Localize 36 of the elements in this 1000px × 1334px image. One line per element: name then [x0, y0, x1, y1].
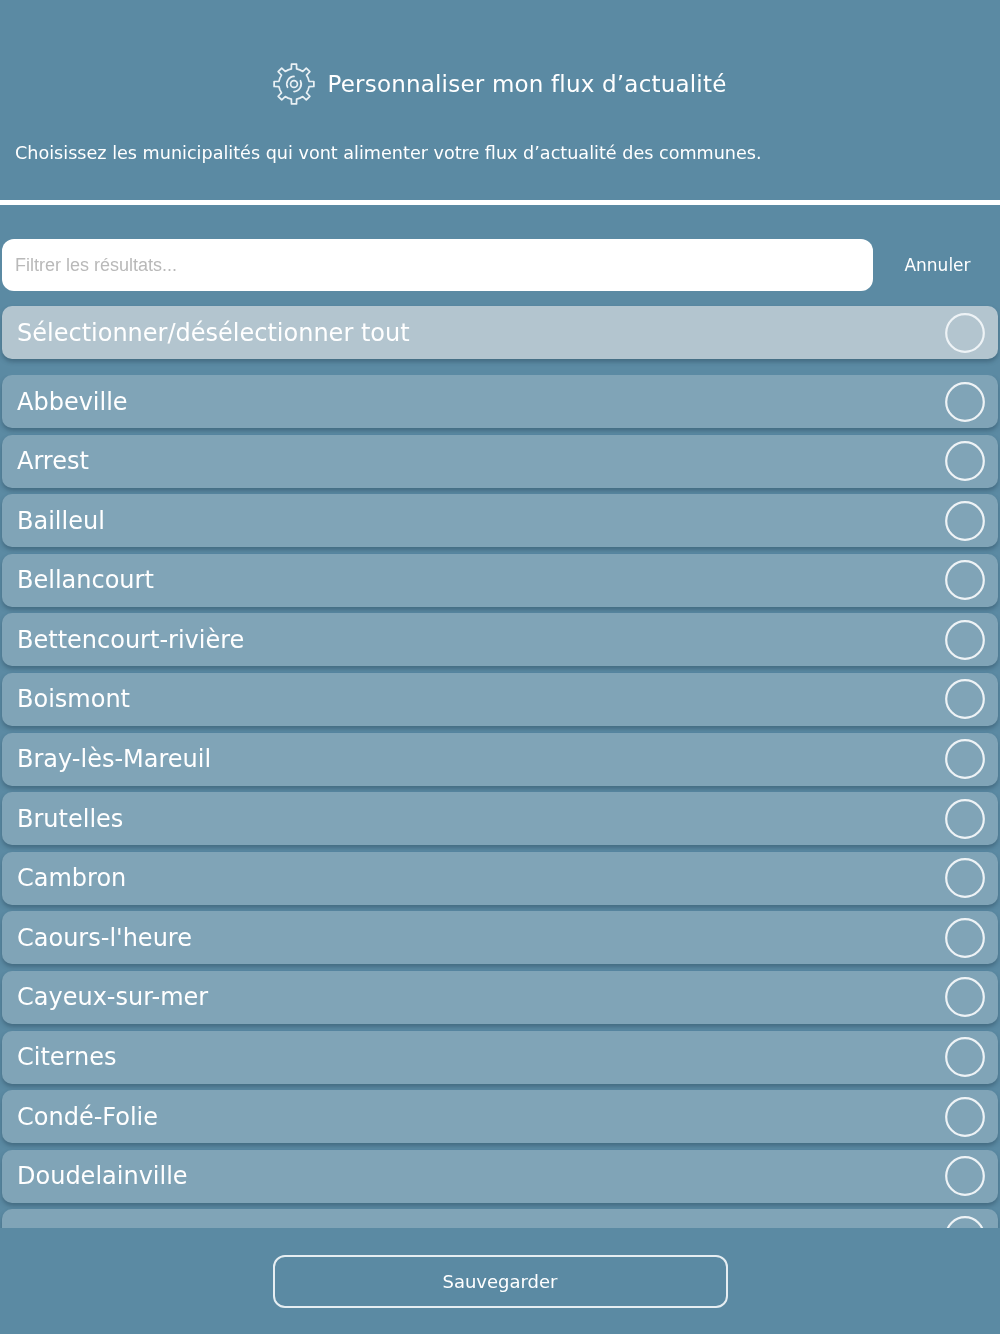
empty-circle-icon[interactable] [945, 381, 985, 422]
empty-circle-icon[interactable] [945, 1096, 985, 1137]
empty-circle-icon[interactable] [945, 1156, 985, 1197]
cancel-button[interactable]: Annuler [873, 255, 998, 275]
municipality-row[interactable]: Citernes [2, 1030, 998, 1084]
empty-circle-icon[interactable] [945, 858, 985, 899]
municipality-row[interactable]: Bray-lès-Mareuil [2, 732, 998, 786]
municipality-row[interactable]: Boismont [2, 672, 998, 726]
municipality-row[interactable]: Bettencourt-rivière [2, 613, 998, 667]
empty-circle-icon[interactable] [945, 798, 985, 839]
municipality-row[interactable]: Cayeux-sur-mer [2, 970, 998, 1024]
save-button[interactable]: Sauvegarder [272, 1255, 728, 1308]
empty-circle-icon[interactable] [945, 441, 985, 482]
municipality-row[interactable]: Bellancourt [2, 553, 998, 607]
municipality-row[interactable]: Arrest [2, 434, 998, 488]
municipality-row[interactable]: Cambron [2, 851, 998, 905]
empty-circle-icon[interactable] [945, 977, 985, 1018]
page-title: Personnaliser mon flux d’actualité [327, 71, 727, 97]
municipality-row[interactable]: Abbeville [2, 375, 998, 428]
municipality-row[interactable]: Condé-Folie [2, 1090, 998, 1144]
municipality-row[interactable]: Doudelainville [2, 1149, 998, 1203]
empty-circle-icon[interactable] [945, 312, 985, 353]
empty-circle-icon[interactable] [945, 679, 985, 720]
municipality-row[interactable]: Brutelles [2, 792, 998, 846]
filter-search-field[interactable]: Filtrer les résultats... [2, 239, 873, 291]
empty-circle-icon[interactable] [945, 500, 985, 541]
gear-icon [273, 63, 316, 105]
empty-circle-icon[interactable] [945, 1037, 985, 1078]
municipality-row[interactable]: Caours-l'heure [2, 911, 998, 965]
empty-circle-icon[interactable] [945, 917, 985, 958]
municipality-row[interactable]: Bailleul [2, 494, 998, 548]
empty-circle-icon[interactable] [945, 739, 985, 780]
select-all-row[interactable]: Sélectionner/désélectionner tout [2, 306, 998, 359]
empty-circle-icon[interactable] [945, 619, 985, 660]
description-text: Choisissez les municipalités qui vont alimenter votre flux d’actualité des communes. [15, 143, 763, 163]
empty-circle-icon[interactable] [945, 560, 985, 601]
